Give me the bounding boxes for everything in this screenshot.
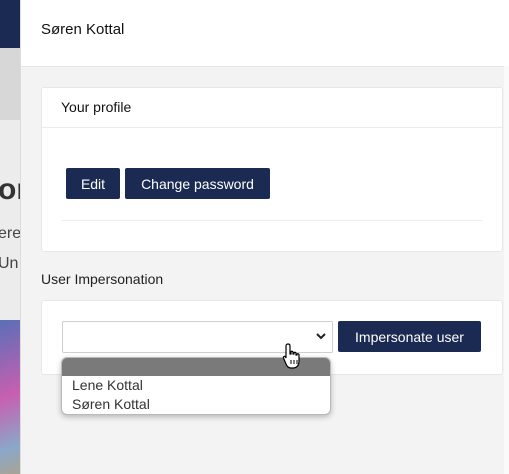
impersonation-section-label: User Impersonation	[41, 271, 164, 287]
background-text: Un	[0, 255, 19, 272]
background-text: ere	[0, 225, 22, 242]
chevron-down-icon	[316, 333, 326, 340]
edit-button[interactable]: Edit	[66, 168, 120, 199]
profile-card: Your profile Edit Change password	[41, 87, 503, 252]
dropdown-option[interactable]: Søren Kottal	[62, 395, 330, 414]
panel-title: Søren Kottal	[41, 21, 125, 38]
impersonate-user-button[interactable]: Impersonate user	[338, 321, 481, 352]
dropdown-option[interactable]: Lene Kottal	[62, 376, 330, 395]
hand-cursor-icon	[282, 343, 300, 369]
profile-card-title: Your profile	[61, 99, 132, 115]
profile-card-header: Your profile	[42, 88, 502, 128]
divider	[62, 220, 482, 221]
panel-header: Søren Kottal	[21, 0, 509, 67]
change-password-button[interactable]: Change password	[125, 168, 270, 199]
panel-scrollbar[interactable]	[504, 66, 509, 474]
